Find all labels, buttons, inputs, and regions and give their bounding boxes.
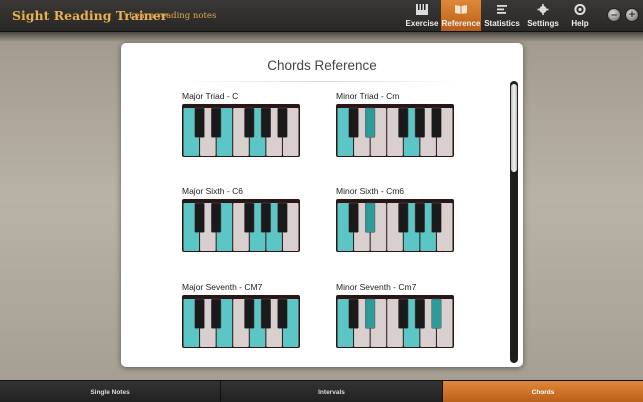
black-key [277, 107, 288, 138]
black-key [277, 298, 288, 329]
black-key [244, 107, 255, 138]
scrollbar[interactable] [510, 81, 518, 363]
nav-exercise-label: Exercise [405, 19, 439, 28]
black-key [398, 202, 409, 233]
black-key [260, 107, 271, 138]
book-icon [455, 5, 467, 14]
bars-icon [497, 5, 507, 14]
chords-reference-panel: Chords Reference Major Triad - C Minor T… [121, 43, 523, 367]
black-key [194, 107, 205, 138]
piano-keys-icon [416, 4, 428, 15]
black-key [211, 202, 222, 233]
piano-keyboard [336, 295, 454, 348]
tab-single-notes[interactable]: Single Notes [0, 381, 221, 402]
black-key [348, 107, 359, 138]
black-key [211, 107, 222, 138]
chord-label: Minor Triad - Cm [336, 91, 400, 101]
black-key [348, 298, 359, 329]
piano-keys [337, 298, 453, 347]
title-divider [184, 81, 460, 82]
black-key [398, 107, 409, 138]
tab-chords[interactable]: Chords [443, 381, 643, 402]
black-key [244, 298, 255, 329]
chord-label: Major Triad - C [182, 91, 239, 101]
piano-keys [183, 202, 299, 251]
panel-title: Chords Reference [267, 58, 377, 73]
black-key [244, 202, 255, 233]
black-key [398, 298, 409, 329]
chord-label: Minor Sixth - Cm6 [336, 186, 405, 196]
piano-keys [337, 202, 453, 251]
chord-label: Major Seventh - CM7 [182, 282, 263, 292]
app-subtitle: Learn reading notes [129, 11, 217, 21]
nav-help-label: Help [571, 19, 589, 28]
nav-statistics[interactable]: Statistics [481, 0, 523, 31]
chord-label: Minor Seventh - Cm7 [336, 282, 417, 292]
piano-keyboard [182, 104, 300, 157]
bottom-tab-bar: Single Notes Intervals Chords [0, 380, 643, 402]
piano-keys [183, 298, 299, 347]
gear-icon [537, 4, 549, 15]
nav-settings[interactable]: Settings [523, 0, 563, 31]
piano-keyboard [336, 199, 454, 252]
black-key [414, 202, 425, 233]
scrollbar-thumb[interactable] [511, 84, 517, 172]
black-key [348, 202, 359, 233]
black-key [194, 298, 205, 329]
black-key [277, 202, 288, 233]
piano-keys [337, 107, 453, 156]
nav-help[interactable]: Help [563, 0, 597, 31]
black-key [414, 107, 425, 138]
black-key [211, 298, 222, 329]
black-key [431, 202, 442, 233]
black-key [431, 107, 442, 138]
nav-reference-label: Reference [441, 19, 481, 28]
black-key [194, 202, 205, 233]
black-key [365, 298, 376, 329]
close-button[interactable]: + [625, 8, 639, 22]
black-key [260, 298, 271, 329]
title-bar: Sight Reading Trainer Learn reading note… [0, 0, 643, 32]
piano-keys [183, 107, 299, 156]
lifebuoy-icon [574, 4, 586, 15]
piano-keyboard [336, 104, 454, 157]
black-key [414, 298, 425, 329]
nav-exercise[interactable]: Exercise [403, 0, 441, 31]
main-nav: Exercise Reference Statistics Settings H… [403, 0, 597, 32]
nav-settings-label: Settings [527, 19, 559, 28]
minimize-button[interactable]: – [607, 8, 621, 22]
black-key [365, 107, 376, 138]
nav-statistics-label: Statistics [484, 19, 520, 28]
nav-reference[interactable]: Reference [441, 0, 481, 31]
piano-keyboard [182, 199, 300, 252]
black-key [431, 298, 442, 329]
tab-intervals[interactable]: Intervals [221, 381, 443, 402]
piano-keyboard [182, 295, 300, 348]
header-shadow [0, 32, 643, 42]
chord-label: Major Sixth - C6 [182, 186, 243, 196]
black-key [365, 202, 376, 233]
black-key [260, 202, 271, 233]
